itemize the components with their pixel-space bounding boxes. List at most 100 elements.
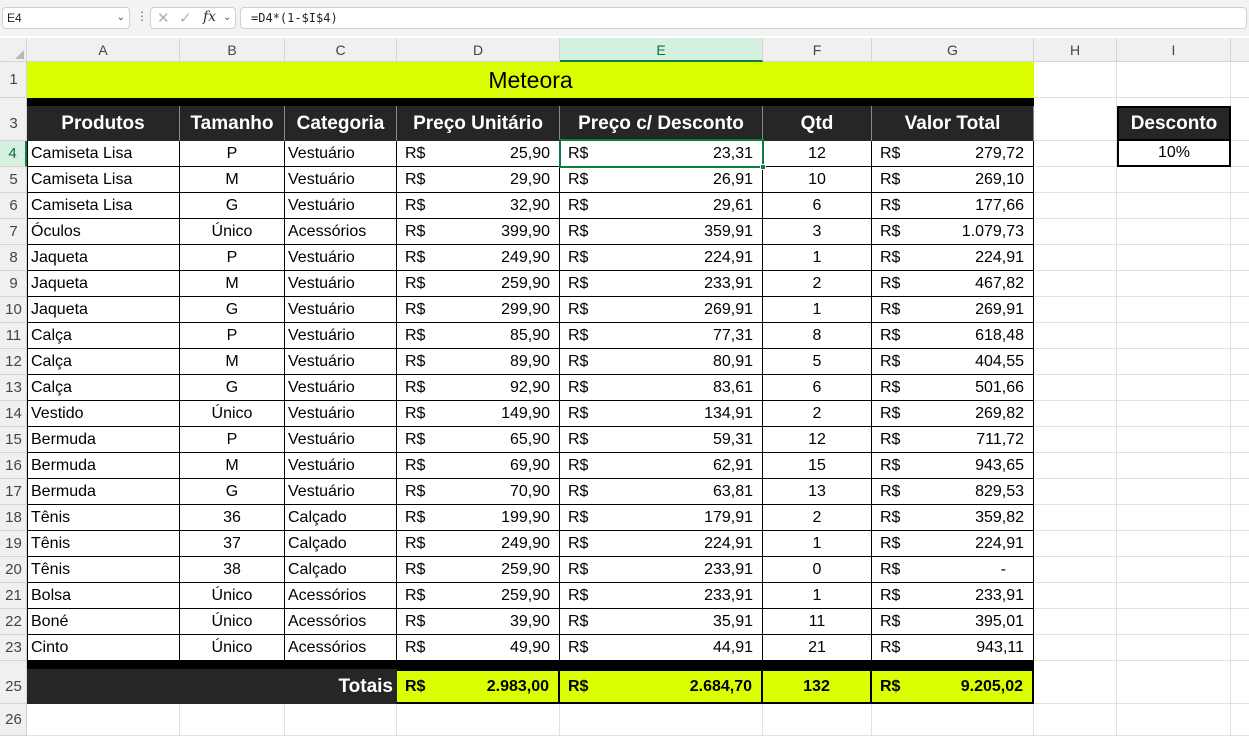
row-header-6[interactable]: 6 [0,193,27,219]
cell-valor-total[interactable]: R$ 395,01 [872,609,1034,635]
cell-tamanho[interactable]: M [180,271,285,297]
row-header-14[interactable]: 14 [0,401,27,427]
check-icon[interactable]: ✓ [179,9,192,27]
cell-preco-unitario[interactable]: R$ 249,90 [397,245,560,271]
row-header-18[interactable]: 18 [0,505,27,531]
cell-valor-total[interactable]: R$ 404,55 [872,349,1034,375]
cell-qtd[interactable]: 3 [763,219,872,245]
chevron-down-icon[interactable]: ⌄ [223,12,231,23]
header-cell-1[interactable]: Tamanho [180,106,285,141]
cell-produto[interactable]: Jaqueta [27,271,180,297]
cell-preco-desconto[interactable]: R$ 26,91 [560,167,763,193]
cell-valor-total[interactable]: R$ 177,66 [872,193,1034,219]
header-cell-6[interactable]: Valor Total [872,106,1034,141]
cell-qtd[interactable]: 6 [763,375,872,401]
cell-tamanho[interactable]: 37 [180,531,285,557]
cell-produto[interactable]: Óculos [27,219,180,245]
cancel-icon[interactable]: ✕ [157,9,170,27]
cell-preco-desconto[interactable]: R$ 80,91 [560,349,763,375]
column-header-c[interactable]: C [285,38,397,62]
cell-produto[interactable]: Camiseta Lisa [27,141,180,167]
cell-produto[interactable]: Boné [27,609,180,635]
header-cell-3[interactable]: Preço Unitário [397,106,560,141]
cell-preco-desconto[interactable]: R$ 233,91 [560,271,763,297]
cell-qtd[interactable]: 15 [763,453,872,479]
cell-valor-total[interactable]: R$ 711,72 [872,427,1034,453]
cell-valor-total[interactable]: R$ - [872,557,1034,583]
cell-preco-unitario[interactable]: R$ 65,90 [397,427,560,453]
cell-categoria[interactable]: Vestuário [285,193,397,219]
cell-tamanho[interactable]: M [180,167,285,193]
cell-tamanho[interactable]: 38 [180,557,285,583]
cell-tamanho[interactable]: Único [180,583,285,609]
cell-qtd[interactable]: 8 [763,323,872,349]
row-header-23[interactable]: 23 [0,635,27,661]
cell-preco-desconto[interactable]: R$ 224,91 [560,245,763,271]
row-header-16[interactable]: 16 [0,453,27,479]
row-header-21[interactable]: 21 [0,583,27,609]
cell-valor-total[interactable]: R$ 269,82 [872,401,1034,427]
cell-tamanho[interactable]: G [180,479,285,505]
cell-qtd[interactable]: 6 [763,193,872,219]
column-header-f[interactable]: F [763,38,872,62]
cell-categoria[interactable]: Acessórios [285,583,397,609]
cell-preco-unitario[interactable]: R$ 49,90 [397,635,560,661]
row-header-25[interactable]: 25 [0,669,27,704]
column-header-g[interactable]: G [872,38,1034,62]
cell-preco-unitario[interactable]: R$ 29,90 [397,167,560,193]
header-cell-0[interactable]: Produtos [27,106,180,141]
cell-preco-unitario[interactable]: R$ 259,90 [397,557,560,583]
total-valor-cell[interactable]: R$ 9.205,02 [872,669,1034,704]
cell-tamanho[interactable]: G [180,297,285,323]
cell-qtd[interactable]: 21 [763,635,872,661]
discount-header[interactable]: Desconto [1117,106,1231,141]
row-header-10[interactable]: 10 [0,297,27,323]
cell-categoria[interactable]: Calçado [285,505,397,531]
cell-produto[interactable]: Bolsa [27,583,180,609]
header-cell-5[interactable]: Qtd [763,106,872,141]
header-cell-4[interactable]: Preço c/ Desconto [560,106,763,141]
cell-qtd[interactable]: 1 [763,297,872,323]
cell-produto[interactable]: Calça [27,375,180,401]
cell-categoria[interactable]: Vestuário [285,427,397,453]
cell-tamanho[interactable]: G [180,375,285,401]
cell-preco-unitario[interactable]: R$ 92,90 [397,375,560,401]
cell-categoria[interactable]: Vestuário [285,271,397,297]
cell-preco-desconto[interactable]: R$ 44,91 [560,635,763,661]
total-qtd-cell[interactable]: 132 [763,669,872,704]
cell-preco-unitario[interactable]: R$ 25,90 [397,141,560,167]
cell-produto[interactable]: Jaqueta [27,245,180,271]
cell-preco-unitario[interactable]: R$ 399,90 [397,219,560,245]
cell-valor-total[interactable]: R$ 1.079,73 [872,219,1034,245]
cell-categoria[interactable]: Acessórios [285,219,397,245]
name-box[interactable]: E4 ⌄ [2,7,130,29]
cell-qtd[interactable]: 2 [763,271,872,297]
column-header-i[interactable]: I [1117,38,1231,62]
cell-qtd[interactable]: 11 [763,609,872,635]
cell-valor-total[interactable]: R$ 501,66 [872,375,1034,401]
cell-valor-total[interactable]: R$ 943,11 [872,635,1034,661]
cell-categoria[interactable]: Vestuário [285,375,397,401]
cell-preco-unitario[interactable]: R$ 149,90 [397,401,560,427]
row-header-12[interactable]: 12 [0,349,27,375]
cell-preco-unitario[interactable]: R$ 70,90 [397,479,560,505]
cell-preco-desconto[interactable]: R$ 233,91 [560,583,763,609]
row-header-11[interactable]: 11 [0,323,27,349]
cell-valor-total[interactable]: R$ 269,10 [872,167,1034,193]
row-header-1[interactable]: 1 [0,62,27,98]
cell-valor-total[interactable]: R$ 269,91 [872,297,1034,323]
cell-preco-desconto[interactable]: R$ 134,91 [560,401,763,427]
cell-tamanho[interactable]: P [180,323,285,349]
cell-valor-total[interactable]: R$ 943,65 [872,453,1034,479]
cell-categoria[interactable]: Vestuário [285,479,397,505]
cell-produto[interactable]: Bermuda [27,479,180,505]
cell-qtd[interactable]: 1 [763,531,872,557]
cell-preco-desconto[interactable]: R$ 23,31 [560,141,763,167]
row-header-4[interactable]: 4 [0,141,27,167]
cell-qtd[interactable]: 13 [763,479,872,505]
total-preco-cell[interactable]: R$ 2.983,00 [397,669,560,704]
row-header-15[interactable]: 15 [0,427,27,453]
row-header-3[interactable]: 3 [0,106,27,141]
cell-tamanho[interactable]: P [180,427,285,453]
cell-qtd[interactable]: 0 [763,557,872,583]
